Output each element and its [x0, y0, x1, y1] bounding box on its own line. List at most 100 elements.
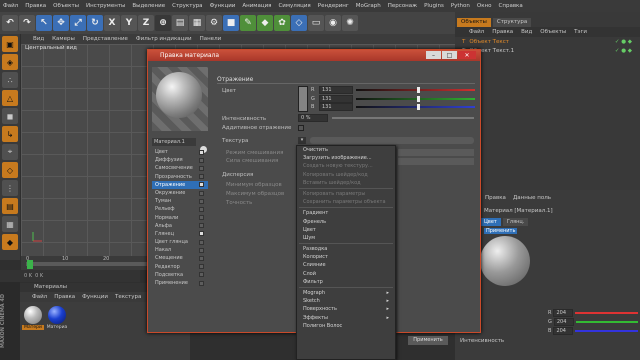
objects-menu-item-3[interactable]: Объекты — [540, 29, 566, 35]
channel-item[interactable]: Нормали — [152, 214, 208, 222]
channel-item[interactable]: Накал — [152, 246, 208, 254]
rgb-slider-track[interactable] — [356, 104, 475, 111]
channel-item[interactable]: Туман — [152, 197, 208, 205]
attr-menu-edit[interactable]: Правка — [485, 195, 506, 201]
tweak-mode-icon[interactable]: ⌖ — [2, 144, 18, 160]
points-mode-icon[interactable]: ∴ — [2, 72, 18, 88]
channel-checkbox[interactable] — [199, 198, 204, 204]
viewport-menu-item-0[interactable]: Вид — [33, 36, 44, 42]
channel-item[interactable]: Прозрачность — [152, 173, 208, 181]
context-menu-item[interactable]: Разводка — [297, 245, 395, 253]
undo-icon[interactable]: ↶ — [2, 15, 18, 31]
array-icon[interactable]: ✿ — [274, 15, 290, 31]
channel-item[interactable]: Применение — [152, 279, 208, 287]
channel-item[interactable]: Диффузия — [152, 156, 208, 164]
frame-field-2[interactable]: 0 K — [35, 273, 43, 279]
context-menu-item[interactable]: Френель — [297, 218, 395, 226]
object-row-2[interactable]: T Объект Текст.1 ✓ ● ◆ — [462, 48, 632, 54]
material-name-field[interactable]: Материал.1 — [152, 138, 196, 146]
channel-checkbox[interactable] — [199, 165, 204, 171]
context-menu-item[interactable]: Полигон Волос — [297, 322, 395, 330]
workplane-icon[interactable]: ◇ — [2, 162, 18, 178]
menu-item-8[interactable]: Симуляция — [278, 3, 310, 9]
texture-field[interactable] — [310, 137, 474, 144]
cube-icon[interactable]: ■ — [223, 15, 239, 31]
context-menu-item[interactable]: Слой — [297, 270, 395, 278]
menu-item-7[interactable]: Анимация — [242, 3, 271, 9]
objects-menu-item-1[interactable]: Правка — [492, 29, 513, 35]
menu-item-13[interactable]: Python — [451, 3, 470, 9]
context-menu-item[interactable]: Загрузить изображение... — [297, 154, 395, 162]
tab-objects[interactable]: Объекты — [457, 18, 491, 27]
tab-structure[interactable]: Структура — [492, 18, 532, 27]
world-icon[interactable]: ⊕ — [155, 15, 171, 31]
color-swatch[interactable] — [298, 86, 308, 112]
materials-menu-item-0[interactable]: Файл — [32, 294, 47, 300]
menu-item-11[interactable]: Персонаж — [388, 3, 417, 9]
channel-item[interactable]: Смещение — [152, 254, 208, 262]
channel-item[interactable]: Отражение — [152, 180, 208, 189]
snap-icon[interactable]: ⋮ — [2, 180, 18, 196]
maximize-icon[interactable]: □ — [442, 51, 457, 59]
context-menu-item[interactable]: Слияние — [297, 261, 395, 269]
channel-checkbox[interactable] — [199, 157, 204, 163]
floor-icon[interactable]: ▭ — [308, 15, 324, 31]
channel-checkbox-checked[interactable] — [199, 149, 204, 155]
subdivide-icon[interactable]: ◆ — [257, 15, 273, 31]
menu-item-6[interactable]: Функции — [210, 3, 236, 9]
rgb-value-field[interactable]: 131 — [319, 86, 353, 95]
frame-field[interactable]: 0 K — [24, 273, 32, 279]
axis-y-button[interactable]: Y — [121, 15, 137, 31]
channel-item[interactable]: Рельеф — [152, 205, 208, 213]
rgb-slider-knob[interactable] — [416, 87, 420, 94]
render-view-icon[interactable]: ▦ — [189, 15, 205, 31]
context-menu-item[interactable]: Цвет — [297, 226, 395, 234]
rgb-slider-knob[interactable] — [416, 104, 420, 111]
channel-item[interactable]: Подсветка — [152, 271, 208, 279]
channel-item[interactable]: Цвет — [152, 148, 208, 156]
channel-item[interactable]: Альфа — [152, 222, 208, 230]
material-swatch-1[interactable]: Матери — [22, 305, 44, 333]
channel-checkbox-checked[interactable] — [199, 182, 204, 188]
menu-item-14[interactable]: Окно — [477, 3, 492, 9]
material-swatch-2[interactable]: Материа — [46, 305, 68, 333]
axis-z-button[interactable]: Z — [138, 15, 154, 31]
menu-item-10[interactable]: MoGraph — [356, 3, 381, 9]
close-icon[interactable]: ✕ — [458, 51, 476, 59]
attr-b-value[interactable]: 204 — [553, 326, 574, 335]
select-icon[interactable]: ↖ — [36, 15, 52, 31]
channel-item[interactable]: Самосвечение — [152, 164, 208, 172]
rgb-slider-knob[interactable] — [416, 95, 420, 102]
minimize-icon[interactable]: – — [426, 51, 441, 59]
context-menu-item[interactable]: Колорист — [297, 253, 395, 261]
texture-arrow-icon[interactable]: ▾ — [298, 137, 306, 144]
viewport-menu-item-1[interactable]: Камеры — [52, 36, 75, 42]
model-mode-icon[interactable]: ▣ — [2, 36, 18, 52]
apply-button[interactable]: Применить — [408, 336, 448, 345]
channel-checkbox[interactable] — [199, 190, 204, 196]
materials-menu-item-1[interactable]: Правка — [54, 294, 75, 300]
menu-item-12[interactable]: Plugins — [424, 3, 444, 9]
axis-mode-icon[interactable]: ↳ — [2, 126, 18, 142]
context-menu-item[interactable]: Очистить — [297, 146, 395, 154]
axis-x-button[interactable]: X — [104, 15, 120, 31]
materials-menu-item-3[interactable]: Текстура — [115, 294, 141, 300]
channel-checkbox[interactable] — [199, 215, 204, 221]
deformer-icon[interactable]: ◇ — [291, 15, 307, 31]
channel-checkbox[interactable] — [199, 280, 204, 286]
channel-item[interactable]: Глянец — [152, 230, 208, 238]
menu-item-0[interactable]: Файл — [3, 3, 18, 9]
move-icon[interactable]: ✥ — [53, 15, 69, 31]
redo-icon[interactable]: ↷ — [19, 15, 35, 31]
channel-checkbox[interactable] — [199, 264, 204, 270]
channel-checkbox[interactable] — [199, 247, 204, 253]
scale-icon[interactable]: ⤢ — [70, 15, 86, 31]
objects-menu-item-4[interactable]: Тэги — [574, 29, 587, 35]
rotate-icon[interactable]: ↻ — [87, 15, 103, 31]
menu-item-9[interactable]: Рендеринг — [318, 3, 349, 9]
menu-item-15[interactable]: Справка — [499, 3, 523, 9]
context-menu-item[interactable]: Эффекты ▸ — [297, 314, 395, 322]
grid-icon[interactable]: ▦ — [2, 216, 18, 232]
pen-icon[interactable]: ✎ — [240, 15, 256, 31]
context-menu-item[interactable]: Фильтр — [297, 278, 395, 286]
